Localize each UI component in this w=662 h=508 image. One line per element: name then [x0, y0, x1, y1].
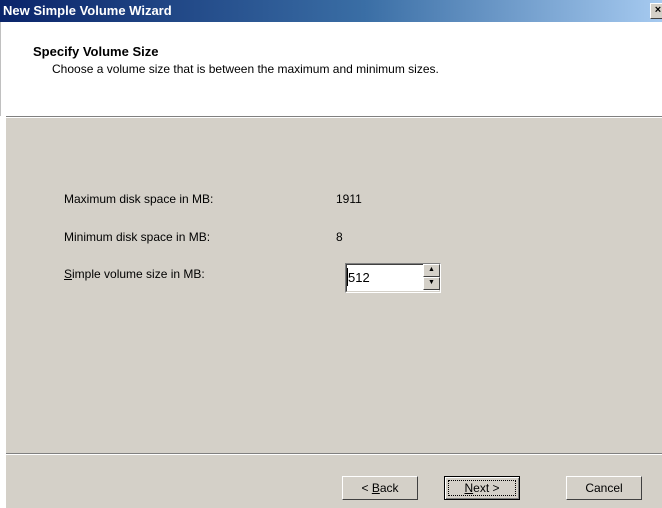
- back-button[interactable]: < Back: [342, 476, 418, 500]
- text-caret: [347, 268, 348, 286]
- cancel-button[interactable]: Cancel: [566, 476, 642, 500]
- page-title: Specify Volume Size: [33, 44, 159, 59]
- min-size-label: Minimum disk space in MB:: [64, 230, 211, 244]
- volume-size-label: Simple volume size in MB:: [64, 267, 205, 281]
- spin-down-button[interactable]: ▼: [423, 277, 440, 290]
- page-subtitle: Choose a volume size that is between the…: [52, 62, 439, 76]
- back-mnemonic: B: [371, 481, 380, 495]
- volume-size-mnemonic: S: [64, 267, 73, 281]
- max-size-value: 1911: [336, 192, 362, 206]
- spin-up-button[interactable]: ▲: [423, 264, 440, 277]
- arrow-up-icon: ▲: [428, 266, 435, 273]
- footer-divider: [6, 453, 662, 455]
- title-bar[interactable]: New Simple Volume Wizard ×: [0, 0, 662, 22]
- volume-size-input[interactable]: [348, 268, 414, 286]
- next-button[interactable]: Next >: [444, 476, 520, 500]
- spinner-buttons: ▲ ▼: [423, 264, 440, 290]
- volume-size-spinner[interactable]: ▲ ▼: [345, 263, 441, 293]
- close-button[interactable]: ×: [650, 3, 662, 19]
- wizard-window: New Simple Volume Wizard × Specify Volum…: [0, 0, 662, 508]
- cancel-label: Cancel: [585, 481, 623, 495]
- volume-size-label-text: imple volume size in MB:: [72, 267, 205, 281]
- close-icon: ×: [654, 4, 662, 16]
- back-prefix: <: [361, 481, 372, 495]
- wizard-body: Maximum disk space in MB: 1911 Minimum d…: [6, 118, 662, 508]
- min-size-value: 8: [336, 230, 343, 244]
- focus-rectangle: [448, 480, 516, 496]
- back-label: ack: [379, 481, 399, 495]
- window-title: New Simple Volume Wizard: [3, 3, 172, 18]
- max-size-label: Maximum disk space in MB:: [64, 192, 214, 206]
- wizard-header: Specify Volume Size Choose a volume size…: [0, 22, 662, 116]
- arrow-down-icon: ▼: [428, 279, 435, 286]
